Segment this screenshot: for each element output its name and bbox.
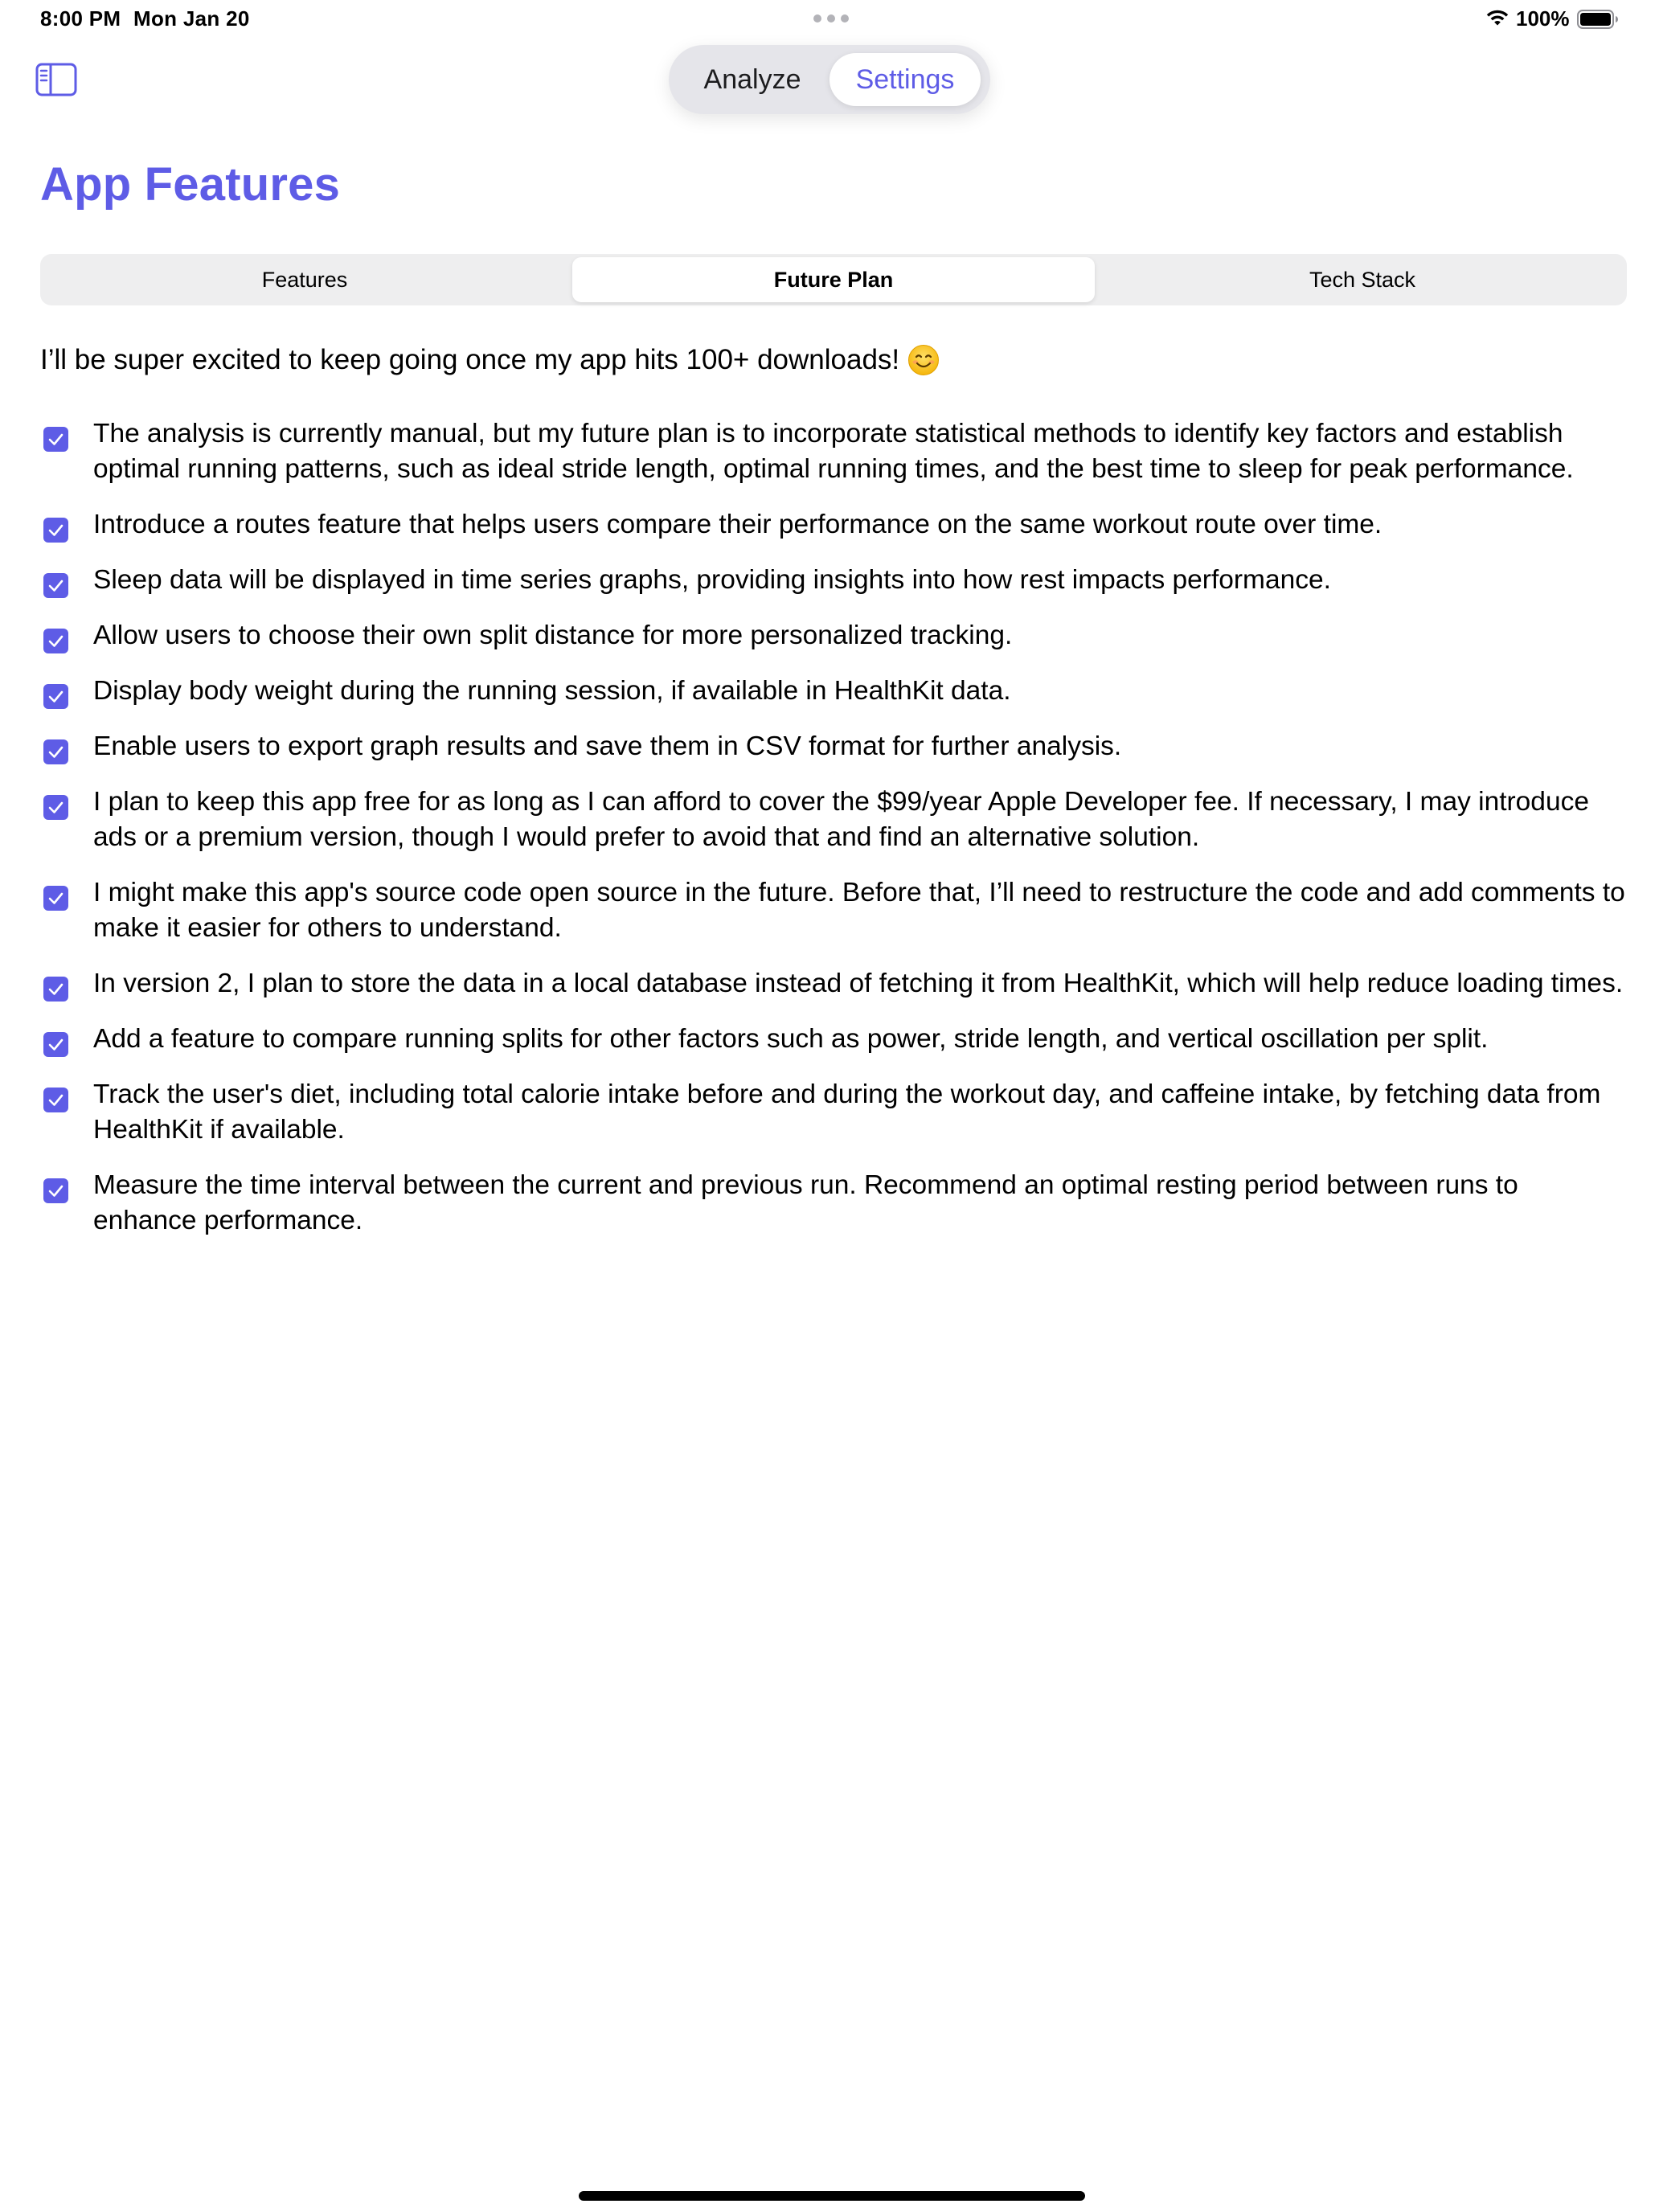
list-item: Enable users to export graph results and… bbox=[40, 729, 1628, 764]
intro-text: I’ll be super excited to keep going once… bbox=[40, 344, 900, 375]
tab-tech-stack[interactable]: Tech Stack bbox=[1101, 257, 1624, 302]
list-item: Allow users to choose their own split di… bbox=[40, 618, 1628, 653]
checkbox-checked-icon[interactable] bbox=[43, 1178, 68, 1203]
tab-analyze[interactable]: Analyze bbox=[678, 53, 826, 106]
list-item-text: Measure the time interval between the cu… bbox=[93, 1170, 1518, 1235]
sidebar-toggle-icon[interactable] bbox=[35, 63, 77, 96]
tab-future-plan[interactable]: Future Plan bbox=[572, 257, 1095, 302]
tab-features[interactable]: Features bbox=[43, 257, 566, 302]
features-segmented-control: Features Future Plan Tech Stack bbox=[40, 254, 1627, 305]
list-item-text: Track the user's diet, including total c… bbox=[93, 1079, 1601, 1145]
list-item: Sleep data will be displayed in time ser… bbox=[40, 563, 1628, 598]
list-item: The analysis is currently manual, but my… bbox=[40, 416, 1628, 487]
list-item-text: In version 2, I plan to store the data i… bbox=[93, 969, 1624, 998]
dot bbox=[841, 14, 849, 23]
checkbox-checked-icon[interactable] bbox=[43, 886, 68, 911]
future-plan-list: The analysis is currently manual, but my… bbox=[40, 416, 1628, 1259]
list-item-text: The analysis is currently manual, but my… bbox=[93, 419, 1574, 484]
checkbox-checked-icon[interactable] bbox=[43, 573, 68, 598]
list-item: In version 2, I plan to store the data i… bbox=[40, 966, 1628, 1002]
list-item: Introduce a routes feature that helps us… bbox=[40, 507, 1628, 543]
multitask-dots-icon[interactable] bbox=[813, 14, 849, 23]
home-indicator[interactable] bbox=[579, 2191, 1085, 2201]
checkbox-checked-icon[interactable] bbox=[43, 518, 68, 543]
list-item: I plan to keep this app free for as long… bbox=[40, 784, 1628, 855]
checkbox-checked-icon[interactable] bbox=[43, 684, 68, 709]
list-item-text: Allow users to choose their own split di… bbox=[93, 621, 1013, 650]
status-time: 8:00 PM bbox=[40, 6, 121, 31]
list-item-text: Enable users to export graph results and… bbox=[93, 731, 1122, 761]
list-item-text: Introduce a routes feature that helps us… bbox=[93, 510, 1382, 539]
status-date: Mon Jan 20 bbox=[133, 6, 250, 31]
list-item-text: I plan to keep this app free for as long… bbox=[93, 787, 1589, 852]
list-item-text: Add a feature to compare running splits … bbox=[93, 1024, 1489, 1054]
checkbox-checked-icon[interactable] bbox=[43, 795, 68, 820]
list-item: Display body weight during the running s… bbox=[40, 674, 1628, 709]
checkbox-checked-icon[interactable] bbox=[43, 427, 68, 452]
checkbox-checked-icon[interactable] bbox=[43, 1088, 68, 1112]
status-bar: 8:00 PM Mon Jan 20 100% bbox=[0, 0, 1659, 39]
wifi-icon bbox=[1486, 10, 1509, 26]
smiling-face-icon bbox=[908, 345, 940, 375]
checkbox-checked-icon[interactable] bbox=[43, 1032, 68, 1057]
checkbox-checked-icon[interactable] bbox=[43, 739, 68, 764]
battery-icon bbox=[1577, 10, 1618, 29]
list-item: Track the user's diet, including total c… bbox=[40, 1077, 1628, 1148]
intro-text-row: I’ll be super excited to keep going once… bbox=[40, 341, 940, 379]
list-item: Measure the time interval between the cu… bbox=[40, 1168, 1628, 1239]
list-item-text: Sleep data will be displayed in time ser… bbox=[93, 565, 1331, 595]
top-segmented-control: Analyze Settings bbox=[669, 45, 990, 114]
list-item-text: Display body weight during the running s… bbox=[93, 676, 1011, 706]
dot bbox=[813, 14, 821, 23]
list-item: Add a feature to compare running splits … bbox=[40, 1022, 1628, 1057]
list-item: I might make this app's source code open… bbox=[40, 875, 1628, 946]
tab-settings[interactable]: Settings bbox=[830, 53, 981, 106]
dot bbox=[827, 14, 835, 23]
checkbox-checked-icon[interactable] bbox=[43, 977, 68, 1002]
battery-percentage: 100% bbox=[1516, 6, 1570, 31]
checkbox-checked-icon[interactable] bbox=[43, 629, 68, 653]
page-title: App Features bbox=[40, 158, 341, 211]
list-item-text: I might make this app's source code open… bbox=[93, 878, 1625, 943]
